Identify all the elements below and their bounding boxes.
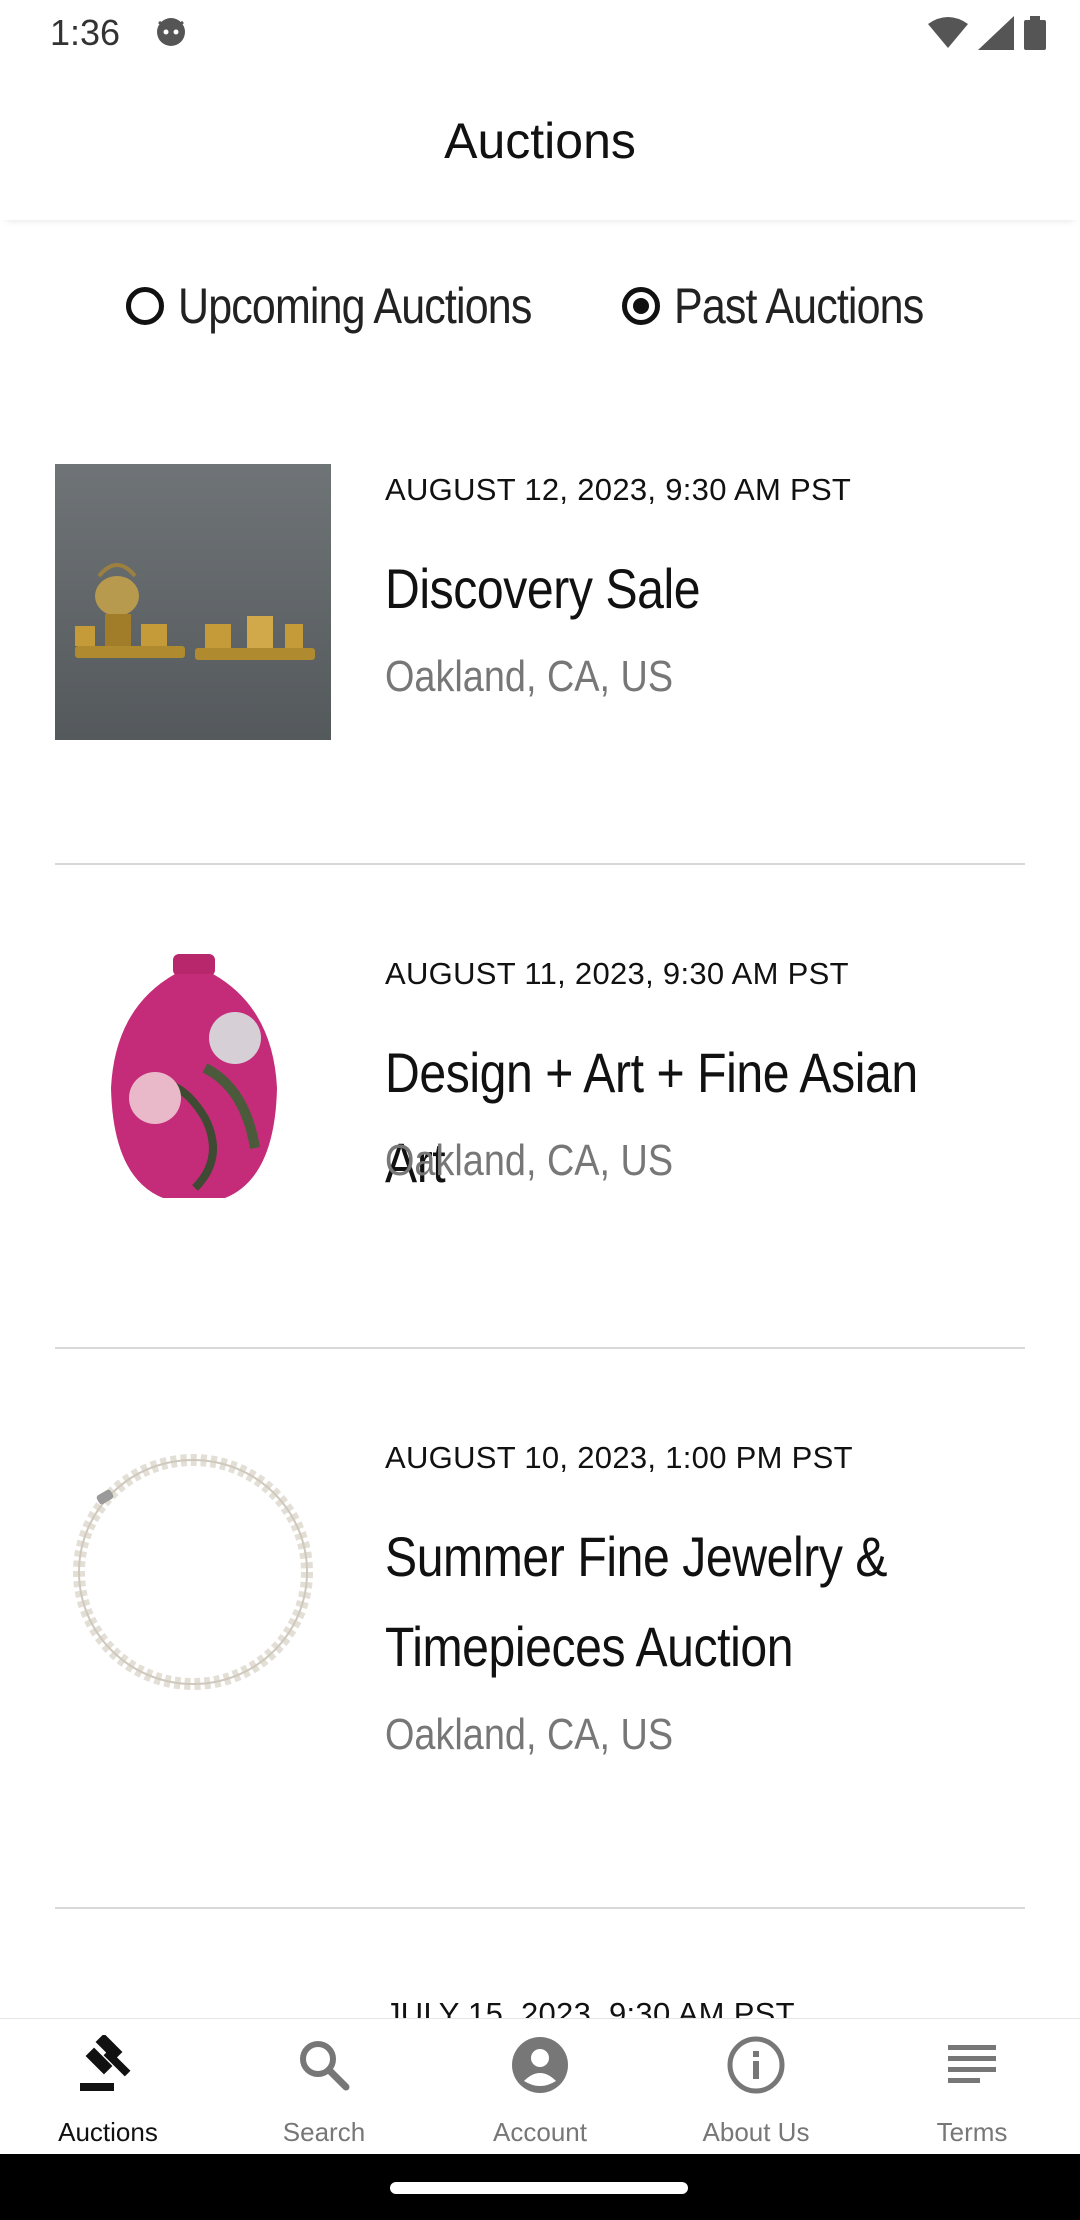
auction-list-item[interactable]: AUGUST 12, 2023, 9:30 AM PST Discovery S… — [55, 464, 1025, 764]
status-icons — [928, 14, 1046, 50]
radio-upcoming-auctions[interactable]: Upcoming Auctions — [126, 270, 589, 342]
radio-label: Past Auctions — [674, 278, 924, 334]
nav-label: Search — [282, 2117, 366, 2147]
gavel-icon — [80, 2035, 131, 2091]
nav-item-terms[interactable]: Terms — [864, 2019, 1080, 2155]
app-bar: Auctions — [0, 66, 1080, 220]
auction-list-item[interactable]: AUGUST 10, 2023, 1:00 PM PST Summer Fine… — [55, 1432, 1025, 1832]
battery-icon — [1024, 16, 1046, 50]
radio-unchecked-icon — [126, 287, 164, 325]
nav-label: Terms — [936, 2117, 1008, 2147]
auction-location: Oakland, CA, US — [385, 1710, 674, 1759]
auction-location: Oakland, CA, US — [385, 1136, 674, 1185]
nav-item-account[interactable]: Account — [432, 2019, 648, 2155]
auction-list-item[interactable]: AUGUST 11, 2023, 9:30 AM PST Design + Ar… — [55, 948, 1025, 1248]
nav-item-about-us[interactable]: About Us — [648, 2019, 864, 2155]
radio-label: Upcoming Auctions — [178, 278, 532, 334]
auction-thumbnail-pink-floral-vase — [55, 948, 331, 1224]
auction-filter-radio-group: Upcoming Auctions Past Auctions — [0, 270, 1080, 342]
auction-thumbnail-pearl-necklace — [55, 1432, 331, 1708]
radio-checked-icon — [622, 287, 660, 325]
auction-date: AUGUST 12, 2023, 9:30 AM PST — [385, 472, 852, 507]
nav-item-auctions[interactable]: Auctions — [0, 2019, 216, 2155]
auction-list-item[interactable]: JULY 15, 2023, 9:30 AM PST — [55, 1994, 1025, 2020]
account-icon — [512, 2037, 568, 2093]
auction-date: AUGUST 10, 2023, 1:00 PM PST — [385, 1440, 853, 1475]
list-divider — [55, 1347, 1025, 1349]
status-time: 1:36 — [50, 12, 121, 53]
cellular-signal-icon — [978, 16, 1014, 50]
auction-date: AUGUST 11, 2023, 9:30 AM PST — [385, 956, 849, 991]
auction-list[interactable]: AUGUST 12, 2023, 9:30 AM PST Discovery S… — [0, 380, 1080, 2020]
auction-thumbnail-gold-tea-set — [55, 464, 331, 740]
list-icon — [948, 2045, 996, 2083]
nav-item-search[interactable]: Search — [216, 2019, 432, 2155]
info-icon — [727, 2036, 785, 2094]
nav-label: Account — [493, 2117, 587, 2147]
home-gesture-handle[interactable] — [390, 2182, 688, 2194]
radio-past-auctions[interactable]: Past Auctions — [622, 270, 964, 342]
auction-title: Discovery Sale — [385, 557, 701, 620]
nav-label: Auctions — [58, 2117, 158, 2147]
list-divider — [55, 863, 1025, 865]
list-divider — [55, 1907, 1025, 1909]
bottom-navigation: Auctions Search Account About Us Terms — [0, 2018, 1080, 2155]
auction-title: Summer Fine Jewelry & Timepieces Auction — [385, 1525, 888, 1678]
auction-date: JULY 15, 2023, 9:30 AM PST — [385, 1996, 795, 2020]
search-icon — [300, 2041, 350, 2091]
wifi-icon — [928, 17, 968, 48]
status-bar: 1:36 — [0, 0, 1080, 66]
page-title: Auctions — [444, 113, 636, 169]
system-gesture-bar — [0, 2154, 1080, 2220]
auction-location: Oakland, CA, US — [385, 652, 674, 701]
app-notification-icon — [157, 18, 185, 46]
nav-label: About Us — [702, 2117, 810, 2147]
